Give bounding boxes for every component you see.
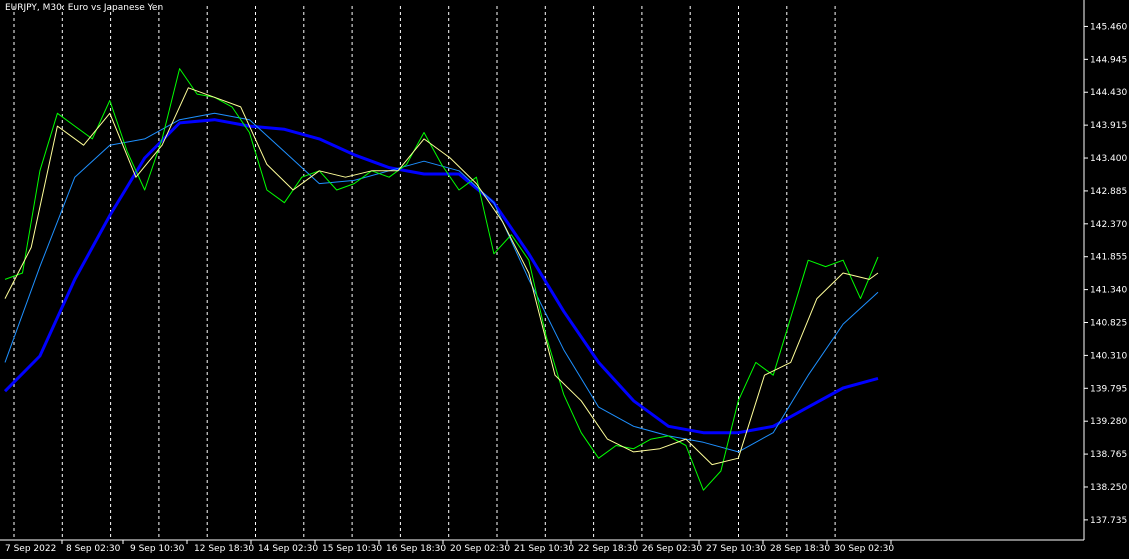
x-tick-label: 21 Sep 10:30 — [514, 544, 574, 554]
y-tick-label: 139.795 — [1090, 384, 1127, 394]
y-tick-label: 138.250 — [1090, 483, 1127, 493]
y-tick-label: 137.735 — [1090, 516, 1127, 526]
x-tick-label: 16 Sep 18:30 — [386, 544, 446, 554]
y-tick-label: 144.945 — [1090, 55, 1127, 65]
chart-background — [0, 0, 1129, 555]
y-tick-label: 143.400 — [1090, 154, 1127, 164]
price-chart[interactable]: EURJPY, M30: Euro vs Japanese Yen 145.46… — [0, 0, 1129, 555]
y-tick-label: 145.460 — [1090, 22, 1127, 32]
x-tick-label: 30 Sep 02:30 — [834, 544, 894, 554]
x-tick-label: 7 Sep 2022 — [5, 544, 56, 554]
x-tick-label: 8 Sep 02:30 — [66, 544, 121, 554]
x-tick-label: 20 Sep 02:30 — [450, 544, 510, 554]
y-tick-label: 142.370 — [1090, 220, 1127, 230]
y-tick-label: 142.885 — [1090, 187, 1127, 197]
y-tick-label: 138.765 — [1090, 450, 1127, 460]
y-tick-label: 143.915 — [1090, 121, 1127, 131]
x-tick-label: 28 Sep 18:30 — [770, 544, 830, 554]
x-tick-label: 14 Sep 02:30 — [258, 544, 318, 554]
x-tick-label: 26 Sep 02:30 — [642, 544, 702, 554]
y-tick-label: 141.855 — [1090, 253, 1127, 263]
y-tick-label: 144.430 — [1090, 88, 1127, 98]
y-tick-label: 141.340 — [1090, 286, 1127, 296]
chart-title: EURJPY, M30: Euro vs Japanese Yen — [5, 3, 164, 13]
x-tick-label: 22 Sep 18:30 — [578, 544, 638, 554]
y-tick-label: 139.280 — [1090, 417, 1127, 427]
x-tick-label: 27 Sep 10:30 — [706, 544, 766, 554]
x-tick-label: 12 Sep 18:30 — [194, 544, 254, 554]
y-tick-label: 140.310 — [1090, 351, 1127, 361]
y-tick-label: 140.825 — [1090, 319, 1127, 329]
x-tick-label: 9 Sep 10:30 — [130, 544, 185, 554]
chart-canvas[interactable]: 145.460 144.945 144.430 143.915 143.400 142.8… — [0, 0, 1129, 555]
x-tick-label: 15 Sep 10:30 — [322, 544, 382, 554]
